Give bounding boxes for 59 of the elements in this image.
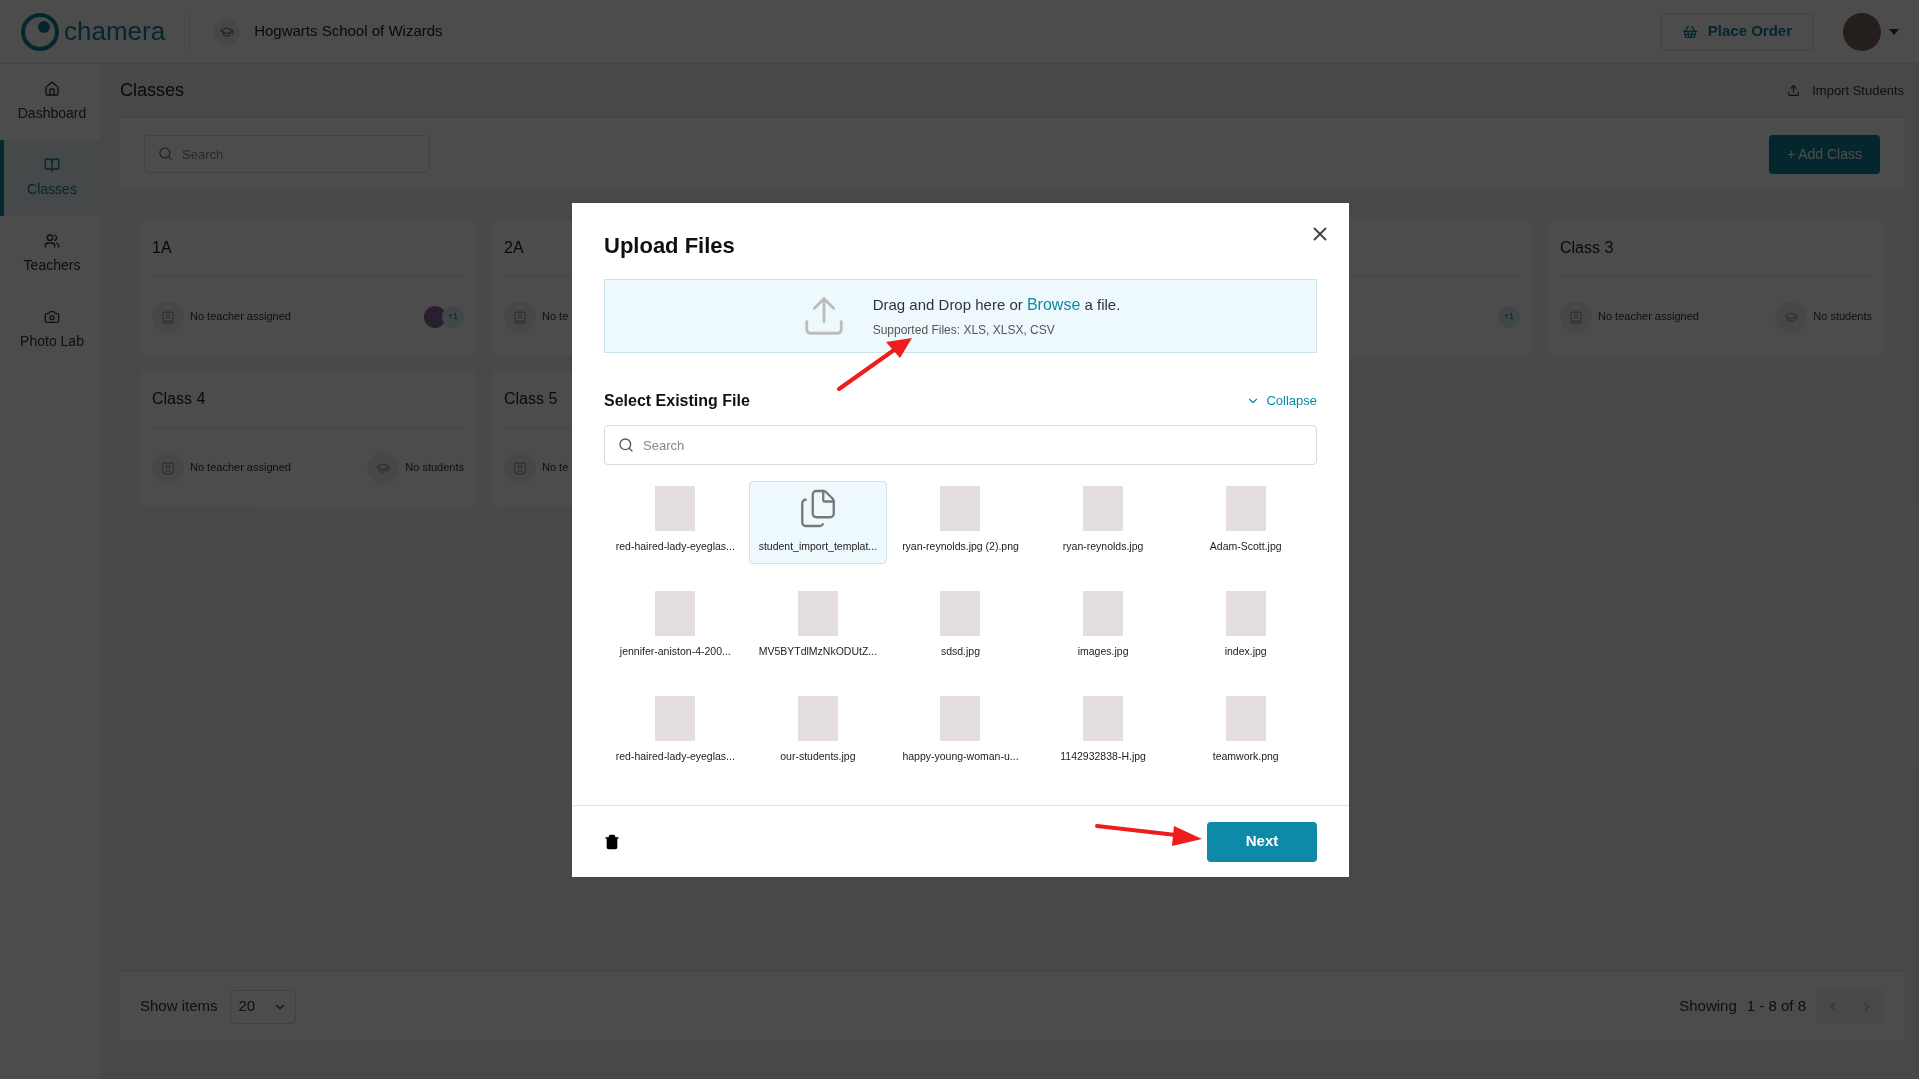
file-tile[interactable]: ryan-reynolds.jpg (2).png bbox=[891, 481, 1030, 564]
show-items-label: Show items bbox=[140, 996, 218, 1017]
showing-label: Showing bbox=[1679, 996, 1737, 1017]
page-range: 1 - 8 of 8 bbox=[1746, 996, 1806, 1017]
photo-placeholder bbox=[1225, 486, 1266, 531]
collapse-button[interactable]: Collapse bbox=[1246, 391, 1317, 411]
file-tile[interactable]: our-students.jpg bbox=[748, 691, 888, 774]
photo-placeholder bbox=[797, 696, 838, 741]
photo-placeholder bbox=[797, 591, 838, 636]
supported-files-note: Supported Files: XLS, XLSX, CSV bbox=[872, 322, 1056, 339]
logo-text: chamera bbox=[64, 15, 166, 48]
file-tile[interactable]: images.jpg bbox=[1033, 586, 1173, 669]
file-tile[interactable]: jennifer-aniston-4-200... bbox=[606, 586, 745, 669]
photo-placeholder bbox=[1225, 591, 1266, 636]
file-tile[interactable]: student_import_templat... bbox=[748, 481, 888, 564]
teacher-label: No te bbox=[542, 309, 569, 325]
trash-icon bbox=[604, 832, 620, 851]
file-tile[interactable]: MV5BYTdlMzNkODUtZ... bbox=[748, 586, 888, 669]
class-name: Class 5 bbox=[504, 389, 558, 409]
class-name: Class 3 bbox=[1560, 238, 1614, 258]
file-tile[interactable]: red-haired-lady-eyeglas... bbox=[606, 481, 745, 564]
students-label: No students bbox=[1813, 309, 1872, 325]
teacher-label: No teacher assigned bbox=[1598, 309, 1699, 325]
file-tile[interactable]: ryan-reynolds.jpg bbox=[1033, 481, 1173, 564]
photo-placeholder bbox=[655, 696, 696, 741]
dialog-title: Upload Files bbox=[604, 232, 735, 260]
file-search-field[interactable]: Search bbox=[604, 425, 1317, 465]
class-name: Class 4 bbox=[152, 389, 206, 409]
photo-placeholder bbox=[940, 591, 981, 636]
file-tile[interactable]: happy-young-woman-u... bbox=[891, 691, 1030, 774]
students-label: No students bbox=[405, 460, 464, 476]
drop-instructions: Drag and Drop here or Browse a file. bbox=[872, 295, 1121, 315]
photo-placeholder bbox=[1083, 486, 1124, 531]
class-name: 1A bbox=[152, 238, 172, 258]
file-tile[interactable]: sdsd.jpg bbox=[891, 586, 1030, 669]
delete-button[interactable] bbox=[604, 832, 620, 851]
file-tile[interactable]: index.jpg bbox=[1176, 586, 1315, 669]
section-title: Select Existing File bbox=[604, 391, 750, 411]
photo-placeholder bbox=[1083, 591, 1124, 636]
photo-placeholder bbox=[940, 486, 981, 531]
search-icon bbox=[618, 437, 634, 453]
file-tile[interactable]: Adam-Scott.jpg bbox=[1176, 481, 1315, 564]
file-tile[interactable]: red-haired-lady-eyeglas... bbox=[606, 691, 745, 774]
photo-placeholder bbox=[655, 591, 696, 636]
teacher-label: No teacher assigned bbox=[190, 309, 291, 325]
photo-placeholder bbox=[940, 696, 981, 741]
teacher-label: No teacher assigned bbox=[190, 460, 291, 476]
photo-placeholder bbox=[1225, 696, 1266, 741]
drop-zone[interactable]: Drag and Drop here or Browse a file. Supported Files: XLS, XLSX, CSV bbox=[604, 279, 1317, 353]
photo-placeholder bbox=[655, 486, 696, 531]
teacher-label: No te bbox=[542, 460, 569, 476]
school-name: Hogwarts School of Wizards bbox=[254, 21, 443, 42]
file-tile[interactable]: teamwork.png bbox=[1176, 691, 1315, 774]
page-title: Classes bbox=[120, 79, 185, 102]
class-name: 2A bbox=[504, 238, 524, 258]
photo-placeholder bbox=[1083, 696, 1124, 741]
next-button[interactable]: Next bbox=[1207, 821, 1317, 862]
browse-link[interactable]: Browse bbox=[1026, 296, 1081, 313]
file-tile[interactable]: 1142932838-H.jpg bbox=[1033, 691, 1173, 774]
